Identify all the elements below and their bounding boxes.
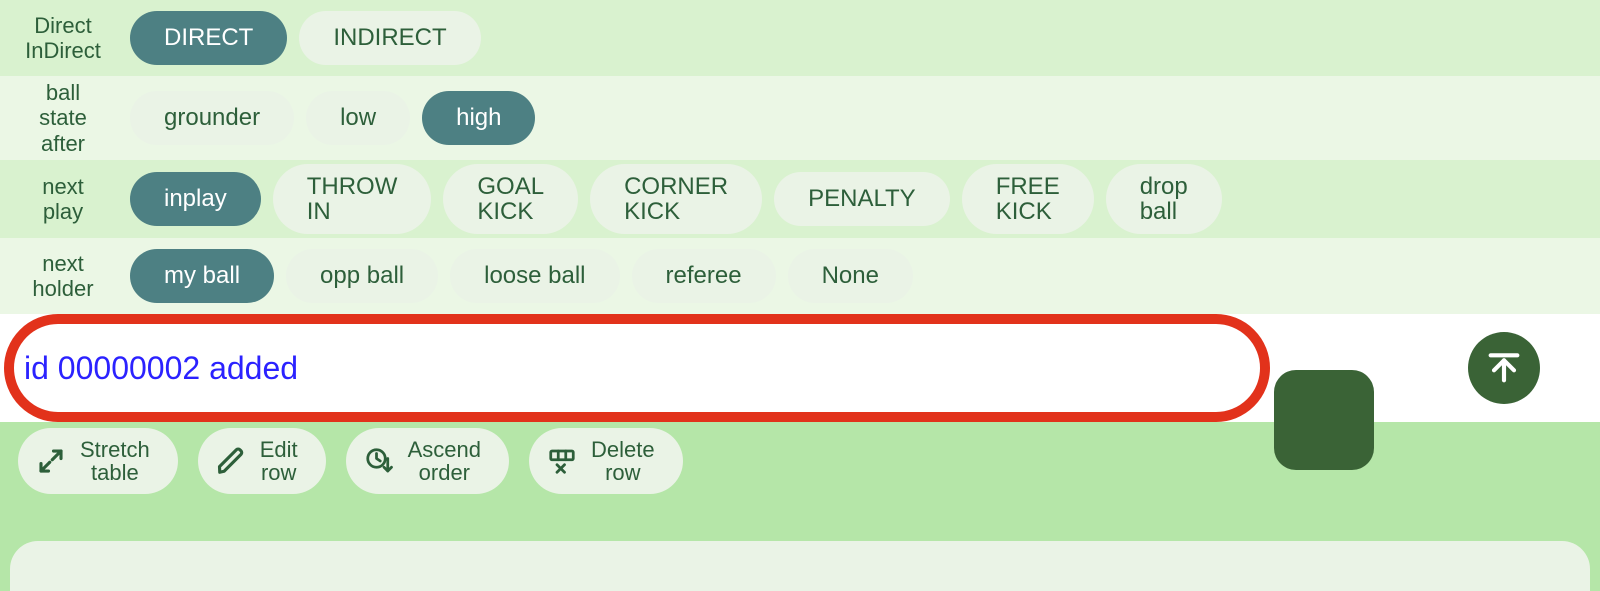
option-low[interactable]: low [306, 91, 410, 145]
row-next-holder: next holder my ball opp ball loose ball … [0, 238, 1600, 314]
clock-down-icon [364, 446, 394, 476]
option-corner-kick[interactable]: CORNER KICK [590, 164, 762, 234]
add-button[interactable] [1274, 370, 1374, 470]
status-area: id 00000002 added [0, 314, 1600, 422]
option-indirect[interactable]: INDIRECT [299, 11, 480, 65]
option-referee[interactable]: referee [632, 249, 776, 303]
bottom-panel [10, 541, 1590, 591]
row-label-ball-state-after: ball state after [0, 80, 126, 156]
option-free-kick[interactable]: FREE KICK [962, 164, 1094, 234]
delete-row-button[interactable]: Delete row [529, 428, 683, 494]
option-grounder[interactable]: grounder [130, 91, 294, 145]
edit-row-button[interactable]: Edit row [198, 428, 326, 494]
row-label-next-play: next play [0, 174, 126, 225]
row-ball-state-after: ball state after grounder low high [0, 76, 1600, 160]
status-box: id 00000002 added [4, 314, 1270, 422]
pencil-icon [216, 446, 246, 476]
row-label-direct-indirect: Direct InDirect [0, 13, 126, 64]
expand-icon [36, 446, 66, 476]
option-penalty[interactable]: PENALTY [774, 172, 950, 226]
scroll-top-button[interactable] [1468, 332, 1540, 404]
row-next-play: next play inplay THROW IN GOAL KICK CORN… [0, 160, 1600, 238]
status-message: id 00000002 added [24, 350, 298, 387]
option-loose-ball[interactable]: loose ball [450, 249, 619, 303]
option-inplay[interactable]: inplay [130, 172, 261, 226]
arrow-up-icon [1484, 347, 1524, 390]
option-my-ball[interactable]: my ball [130, 249, 274, 303]
option-goal-kick[interactable]: GOAL KICK [443, 164, 578, 234]
row-label-next-holder: next holder [0, 251, 126, 302]
option-high[interactable]: high [422, 91, 535, 145]
option-opp-ball[interactable]: opp ball [286, 249, 438, 303]
option-drop-ball[interactable]: drop ball [1106, 164, 1222, 234]
row-direct-indirect: Direct InDirect DIRECT INDIRECT [0, 0, 1600, 76]
option-none[interactable]: None [788, 249, 913, 303]
option-throw-in[interactable]: THROW IN [273, 164, 432, 234]
stretch-table-button[interactable]: Stretch table [18, 428, 178, 494]
delete-row-icon [547, 446, 577, 476]
option-direct[interactable]: DIRECT [130, 11, 287, 65]
ascend-order-button[interactable]: Ascend order [346, 428, 509, 494]
